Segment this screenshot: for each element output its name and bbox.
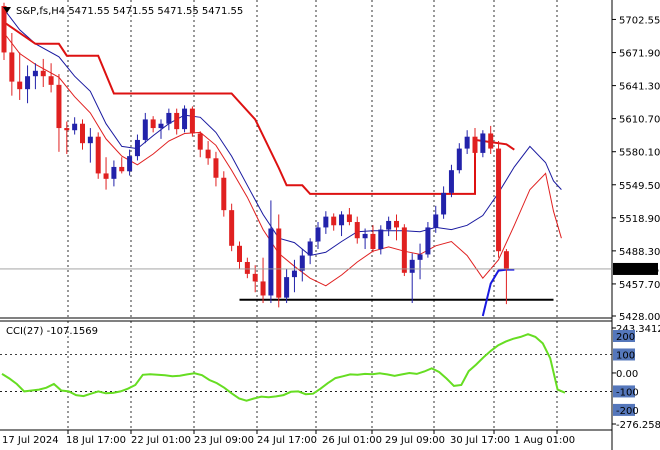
price-tick-label: 5428.00 xyxy=(619,312,660,323)
candle-body xyxy=(221,177,227,211)
cci-tick-label: 200 xyxy=(616,332,635,343)
candle-body xyxy=(299,255,305,271)
candle-body xyxy=(401,227,407,273)
candle-body xyxy=(464,136,470,149)
candle-body xyxy=(205,149,211,159)
time-tick-label: 1 Aug 01:00 xyxy=(514,435,575,446)
candle-body xyxy=(134,139,140,157)
price-tick-label: 5488.30 xyxy=(619,247,660,258)
price-tick-label: 5580.10 xyxy=(619,148,660,159)
candle-body xyxy=(237,245,242,262)
candle-body xyxy=(339,214,345,226)
candle-body xyxy=(307,241,313,256)
candle-body xyxy=(323,216,329,228)
price-tick-label: 5549.50 xyxy=(619,181,660,192)
candle-body xyxy=(1,6,7,53)
time-tick-label: 22 Jul 01:00 xyxy=(131,435,191,446)
candle-body xyxy=(32,70,38,77)
candle-body xyxy=(291,270,297,278)
candle-body xyxy=(354,222,360,239)
cci-tick-label: -276.2586 xyxy=(616,420,660,431)
candle-body xyxy=(72,123,78,131)
candle-body xyxy=(496,148,502,252)
time-tick-label: 29 Jul 09:00 xyxy=(385,435,445,446)
candle-body xyxy=(441,192,447,215)
price-tick-label: 5671.90 xyxy=(619,49,660,60)
candle-body xyxy=(158,123,164,129)
time-tick-label: 23 Jul 09:00 xyxy=(194,435,254,446)
candle-body xyxy=(252,273,258,282)
price-tick-label: 5641.30 xyxy=(619,82,660,93)
candle-body xyxy=(80,123,85,144)
candle-body xyxy=(480,133,486,153)
candle-body xyxy=(56,84,62,129)
candle-body xyxy=(25,76,31,90)
candle-body xyxy=(425,227,431,255)
candle-body xyxy=(284,277,290,298)
header: S&P,fs,H4 5471.55 5471.55 5471.55 5471.5… xyxy=(3,6,243,17)
candle-body xyxy=(111,166,117,179)
candle-body xyxy=(488,133,494,149)
candle-body xyxy=(64,128,70,131)
candle-body xyxy=(40,70,46,77)
candle-body xyxy=(87,136,93,144)
candle-body xyxy=(103,173,109,179)
candle-body xyxy=(213,158,219,178)
cci-tick-label: 100 xyxy=(616,350,635,361)
candle-body xyxy=(119,166,125,172)
candle-body xyxy=(362,233,368,239)
candle-body xyxy=(229,210,235,246)
candle-body xyxy=(17,81,23,90)
price-tick-label: 5610.70 xyxy=(619,115,660,126)
candle-body xyxy=(370,233,376,250)
cci-title: CCI(27) -107.1569 xyxy=(6,326,98,337)
price-tick-label: 5702.55 xyxy=(619,15,660,26)
cci-tick-label: -200 xyxy=(616,406,639,417)
time-tick-label: 17 Jul 2024 xyxy=(2,435,59,446)
candle-body xyxy=(378,229,384,250)
candle-body xyxy=(346,214,352,223)
candle-body xyxy=(95,136,101,174)
candle-body xyxy=(189,108,195,134)
candle-body xyxy=(166,112,172,124)
candle-body xyxy=(315,227,321,242)
candle-body xyxy=(409,259,415,273)
current-price-label: 5471.55 xyxy=(618,265,659,276)
candle-body xyxy=(503,251,509,269)
candle-body xyxy=(276,228,282,298)
price-tick-label: 5518.90 xyxy=(619,214,660,225)
price-tick-label: 5457.70 xyxy=(619,280,660,291)
cci-header: CCI(27) -107.1569 xyxy=(6,326,98,337)
time-tick-label: 26 Jul 01:00 xyxy=(322,435,382,446)
candle-body xyxy=(386,220,392,230)
candle-body xyxy=(331,216,337,226)
candle-body xyxy=(456,148,462,171)
candle-body xyxy=(394,220,399,228)
time-tick-label: 18 Jul 17:00 xyxy=(66,435,126,446)
candle-body xyxy=(182,108,188,130)
time-tick-label: 24 Jul 17:00 xyxy=(257,435,317,446)
candle-body xyxy=(260,281,266,296)
candle-body xyxy=(433,214,439,228)
candle-body xyxy=(127,156,133,172)
chart-canvas[interactable]: 5702.55 5671.90 5641.30 5610.70 5580.10 5549.… xyxy=(0,0,660,450)
candle-body xyxy=(48,76,54,85)
candle-body xyxy=(472,136,478,153)
candle-body xyxy=(150,119,156,129)
candle-body xyxy=(142,119,148,140)
symbol-info: S&P,fs,H4 5471.55 5471.55 5471.55 5471.5… xyxy=(16,6,243,17)
candle-body xyxy=(244,261,250,274)
candle-body xyxy=(174,112,180,130)
cci-tick-label: -100 xyxy=(616,387,639,398)
candle-body xyxy=(9,52,15,82)
candle-body xyxy=(197,133,203,150)
cci-tick-label: 0.00 xyxy=(616,369,638,380)
candle-body xyxy=(417,254,423,260)
candle-body xyxy=(448,170,454,193)
time-tick-label: 30 Jul 17:00 xyxy=(450,435,510,446)
candle-body xyxy=(268,228,274,296)
